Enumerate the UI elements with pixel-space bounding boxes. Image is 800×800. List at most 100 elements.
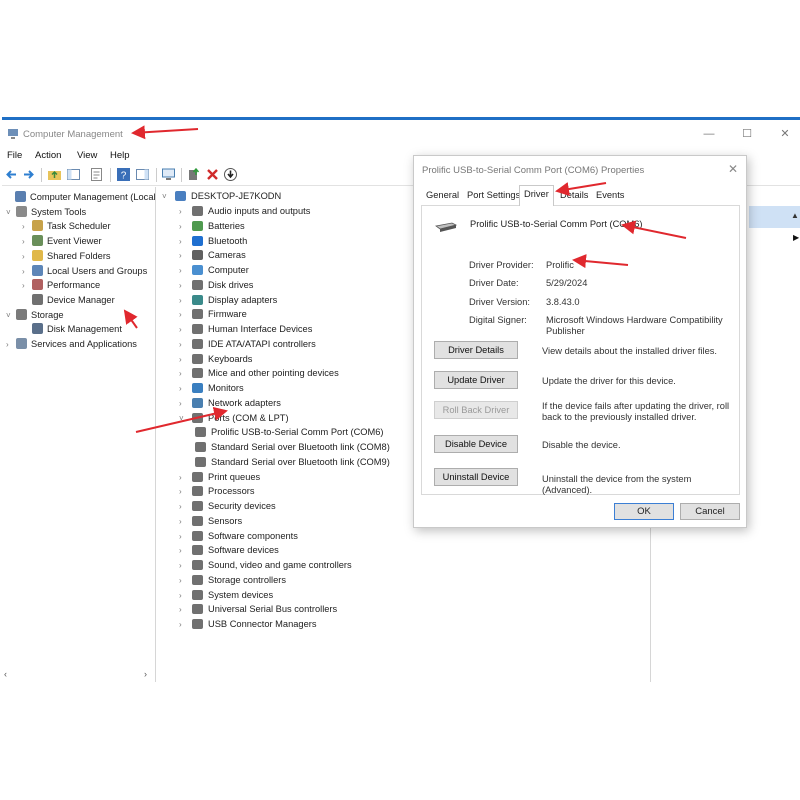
dialog-close-button[interactable]: ✕ [728,162,738,176]
uninstall-device-button[interactable]: Uninstall Device [434,468,518,486]
forward-arrow-icon[interactable] [21,167,36,182]
collapse-chevron-icon[interactable]: › [179,310,192,319]
cancel-button[interactable]: Cancel [680,503,740,520]
minimize-button[interactable]: — [699,125,719,143]
collapse-chevron-icon[interactable]: › [22,281,32,290]
collapse-chevron-icon[interactable]: › [22,237,32,246]
device-category[interactable]: › Sound, video and game controllers [179,560,352,575]
show-hide-tree-icon[interactable] [66,167,81,182]
tab-events[interactable]: Events [592,187,628,205]
collapse-chevron-icon[interactable]: › [179,237,192,246]
device-category[interactable]: › Network adapters [179,397,281,413]
tree-item[interactable]: › Performance [22,279,100,294]
update-driver-button[interactable]: Update Driver [434,371,518,389]
device-category[interactable]: › Processors [179,486,255,501]
tree-item[interactable]: › Shared Folders [22,249,111,265]
device-category[interactable]: › Software components [179,530,298,546]
tree-item[interactable]: Device Manager [22,293,115,309]
roll-back-driver-button[interactable]: Roll Back Driver [434,401,518,419]
tree-item[interactable]: ˅ Storage [6,308,64,324]
device-category[interactable]: › Software devices [179,545,279,560]
tree-item[interactable]: › Task Scheduler [22,220,111,235]
collapse-chevron-icon[interactable]: › [22,222,32,231]
collapse-chevron-icon[interactable]: › [179,620,192,629]
tab-general[interactable]: General [422,187,463,205]
device-category[interactable]: › Sensors [179,515,242,531]
device-category[interactable]: › Computer [179,265,249,280]
uninstall-device-icon[interactable] [205,167,220,182]
collapse-chevron-icon[interactable]: › [179,369,192,378]
collapse-chevron-icon[interactable]: › [179,281,192,290]
collapse-chevron-icon[interactable]: › [179,207,192,216]
collapse-chevron-icon[interactable]: › [179,546,192,555]
collapse-chevron-icon[interactable]: › [179,355,192,364]
device-category[interactable]: › IDE ATA/ATAPI controllers [179,338,316,354]
tree-item[interactable]: › Local Users and Groups [22,264,147,280]
collapse-chevron-icon[interactable]: › [179,266,192,275]
expand-chevron-icon[interactable]: ˅ [6,208,16,217]
expand-chevron-icon[interactable]: ˅ [162,192,175,201]
device-category[interactable]: › System devices [179,589,273,605]
properties-icon[interactable] [89,167,104,182]
tree-item[interactable]: › Services and Applications [6,338,137,353]
collapse-chevron-icon[interactable]: › [179,532,192,541]
tree-item[interactable]: Computer Management (Local [5,191,156,206]
device-category[interactable]: › Human Interface Devices [179,324,312,339]
collapse-chevron-icon[interactable]: › [179,325,192,334]
update-driver-icon[interactable] [186,167,201,182]
collapse-chevron-icon[interactable]: › [179,473,192,482]
driver-details-button[interactable]: Driver Details [434,341,518,359]
tab-port-settings[interactable]: Port Settings [463,187,524,205]
collapse-chevron-icon[interactable]: › [179,222,192,231]
collapse-chevron-icon[interactable]: › [179,384,192,393]
menu-help[interactable]: Help [110,150,130,161]
device-category[interactable]: › Mice and other pointing devices [179,368,339,383]
device-category[interactable]: › Print queues [179,471,260,487]
disable-device-button[interactable]: Disable Device [434,435,518,453]
collapse-chevron-icon[interactable]: › [179,340,192,349]
collapse-chevron-icon[interactable]: › [179,591,192,600]
scan-hardware-icon[interactable] [161,167,176,182]
collapse-arrow-icon[interactable]: ▲ [791,211,799,220]
up-folder-icon[interactable] [47,167,62,182]
device-item[interactable]: Prolific USB-to-Serial Comm Port (COM6) [195,427,384,442]
collapse-chevron-icon[interactable]: › [22,267,32,276]
tab-details[interactable]: Details [556,187,592,205]
scroll-right-icon[interactable]: › [144,669,147,679]
device-item[interactable]: Standard Serial over Bluetooth link (COM… [195,456,390,472]
scroll-left-icon[interactable]: ‹ [4,669,7,679]
collapse-chevron-icon[interactable]: › [6,340,16,349]
device-category[interactable]: ˅ Ports (COM & LPT) [179,412,289,428]
maximize-button[interactable]: ☐ [737,125,757,143]
menu-file[interactable]: File [7,150,22,161]
device-category[interactable]: › Firmware [179,309,247,324]
collapse-chevron-icon[interactable]: › [179,605,192,614]
more-actions-arrow-icon[interactable]: ▶ [793,233,799,242]
tree-item[interactable]: Disk Management [22,323,122,338]
menu-view[interactable]: View [77,150,97,161]
device-tree-root[interactable]: ˅ DESKTOP-JE7KODN [162,191,281,206]
collapse-chevron-icon[interactable]: › [179,561,192,570]
show-action-pane-icon[interactable] [135,167,150,182]
ok-button[interactable]: OK [614,503,674,520]
collapse-chevron-icon[interactable]: › [22,252,32,261]
expand-chevron-icon[interactable]: ˅ [179,414,192,423]
menu-action[interactable]: Action [35,150,61,161]
device-category[interactable]: › Universal Serial Bus controllers [179,604,337,619]
device-category[interactable]: › Display adapters [179,294,277,310]
collapse-chevron-icon[interactable]: › [179,251,192,260]
help-icon[interactable]: ? [116,167,131,182]
collapse-chevron-icon[interactable]: › [179,296,192,305]
device-category[interactable]: › Cameras [179,250,246,265]
collapse-chevron-icon[interactable]: › [179,487,192,496]
disable-device-icon[interactable] [223,167,238,182]
tab-driver[interactable]: Driver [519,185,554,206]
collapse-chevron-icon[interactable]: › [179,502,192,511]
device-item[interactable]: Standard Serial over Bluetooth link (COM… [195,442,390,457]
device-category[interactable]: › Security devices [179,501,276,516]
device-category[interactable]: › Batteries [179,220,245,236]
tree-item[interactable]: ˅ System Tools [6,205,86,221]
device-category[interactable]: › Keyboards [179,353,252,369]
device-category[interactable]: › USB Connector Managers [179,619,317,634]
back-arrow-icon[interactable] [4,167,19,182]
